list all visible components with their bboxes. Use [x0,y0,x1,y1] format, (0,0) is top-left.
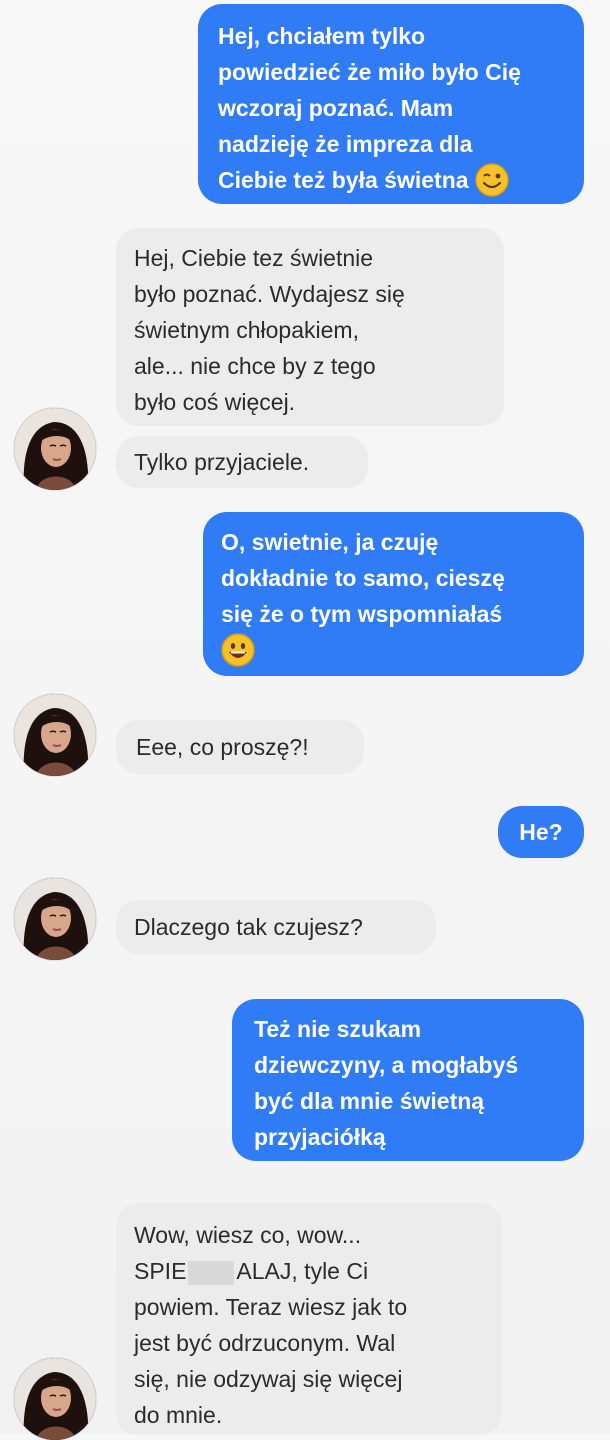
contact-avatar[interactable] [14,408,96,490]
outgoing-message[interactable]: O, swietnie, ja czuję dokładnie to samo,… [203,512,584,676]
woman-portrait-icon [14,694,96,776]
message-line: powiedzieć że miło było Cię [218,59,521,85]
message-line-text: ALAJ, tyle Ci [236,1258,369,1284]
wink-smiley-icon [474,163,509,197]
message-line: dokładnie to samo, cieszę [221,565,505,591]
message-line: Tylko przyjaciele. [134,449,310,475]
contact-avatar[interactable] [14,1358,96,1440]
message-line: było poznać. Wydajesz się [134,281,405,307]
message-line: Hej, Ciebie tez świetnie [134,245,374,271]
message-line: przyjaciółką [254,1124,386,1150]
incoming-message[interactable]: Dlaczego tak czujesz? [116,900,436,954]
message-line: Wow, wiesz co, wow... [134,1222,362,1248]
message-line: jest być odrzuconym. Wal [134,1330,396,1356]
incoming-message[interactable]: Tylko przyjaciele. [116,436,368,488]
message-line: dziewczyny, a mogłabyś [254,1052,519,1078]
outgoing-message[interactable]: Też nie szukam dziewczyny, a mogłabyś by… [232,999,584,1161]
message-line: było coś więcej. [134,389,296,415]
censor-block [188,1260,235,1285]
incoming-message[interactable]: Eee, co proszę?! [116,720,364,774]
message-line: się że o tym wspomniałaś [221,601,503,627]
grinning-smiley-icon [221,633,255,667]
message-line: ale... nie chce by z tego [134,353,376,379]
message-line: być dla mnie świetną [254,1088,485,1114]
message-line-text: Ciebie też była świetna [218,167,469,193]
message-line [221,632,566,669]
message-line: Eee, co proszę?! [136,734,309,760]
incoming-message[interactable]: Hej, Ciebie tez świetnie było poznać. Wy… [116,228,504,426]
message-line: Też nie szukam [254,1016,422,1042]
woman-portrait-icon [14,408,96,490]
message-line: nadzieję że impreza dla [218,131,473,157]
message-line: świetnym chłopakiem, [134,317,359,343]
message-line-text: SPIE [134,1258,187,1284]
message-line: Ciebie też była świetna [218,162,564,199]
contact-avatar[interactable] [14,694,96,776]
incoming-message[interactable]: Wow, wiesz co, wow... SPIE ALAJ, tyle Ci … [116,1203,502,1435]
chat-conversation: Hej, chciałem tylko powiedzieć że miło b… [0,0,610,1440]
message-line: He? [519,819,563,845]
outgoing-message[interactable]: Hej, chciałem tylko powiedzieć że miło b… [198,4,584,204]
message-line: się, nie odzywaj się więcej [134,1366,403,1392]
message-line: SPIE ALAJ, tyle Ci [134,1253,484,1289]
message-line: Dlaczego tak czujesz? [134,914,363,940]
message-line: do mnie. [134,1402,223,1428]
contact-avatar[interactable] [14,878,96,960]
woman-portrait-icon [14,878,96,960]
message-line: O, swietnie, ja czuję [221,529,439,555]
message-line: wczoraj poznać. Mam [218,95,454,121]
woman-portrait-icon [14,1358,96,1440]
message-line: Hej, chciałem tylko [218,23,426,49]
outgoing-message[interactable]: He? [498,806,584,858]
message-line: powiem. Teraz wiesz jak to [134,1294,408,1320]
